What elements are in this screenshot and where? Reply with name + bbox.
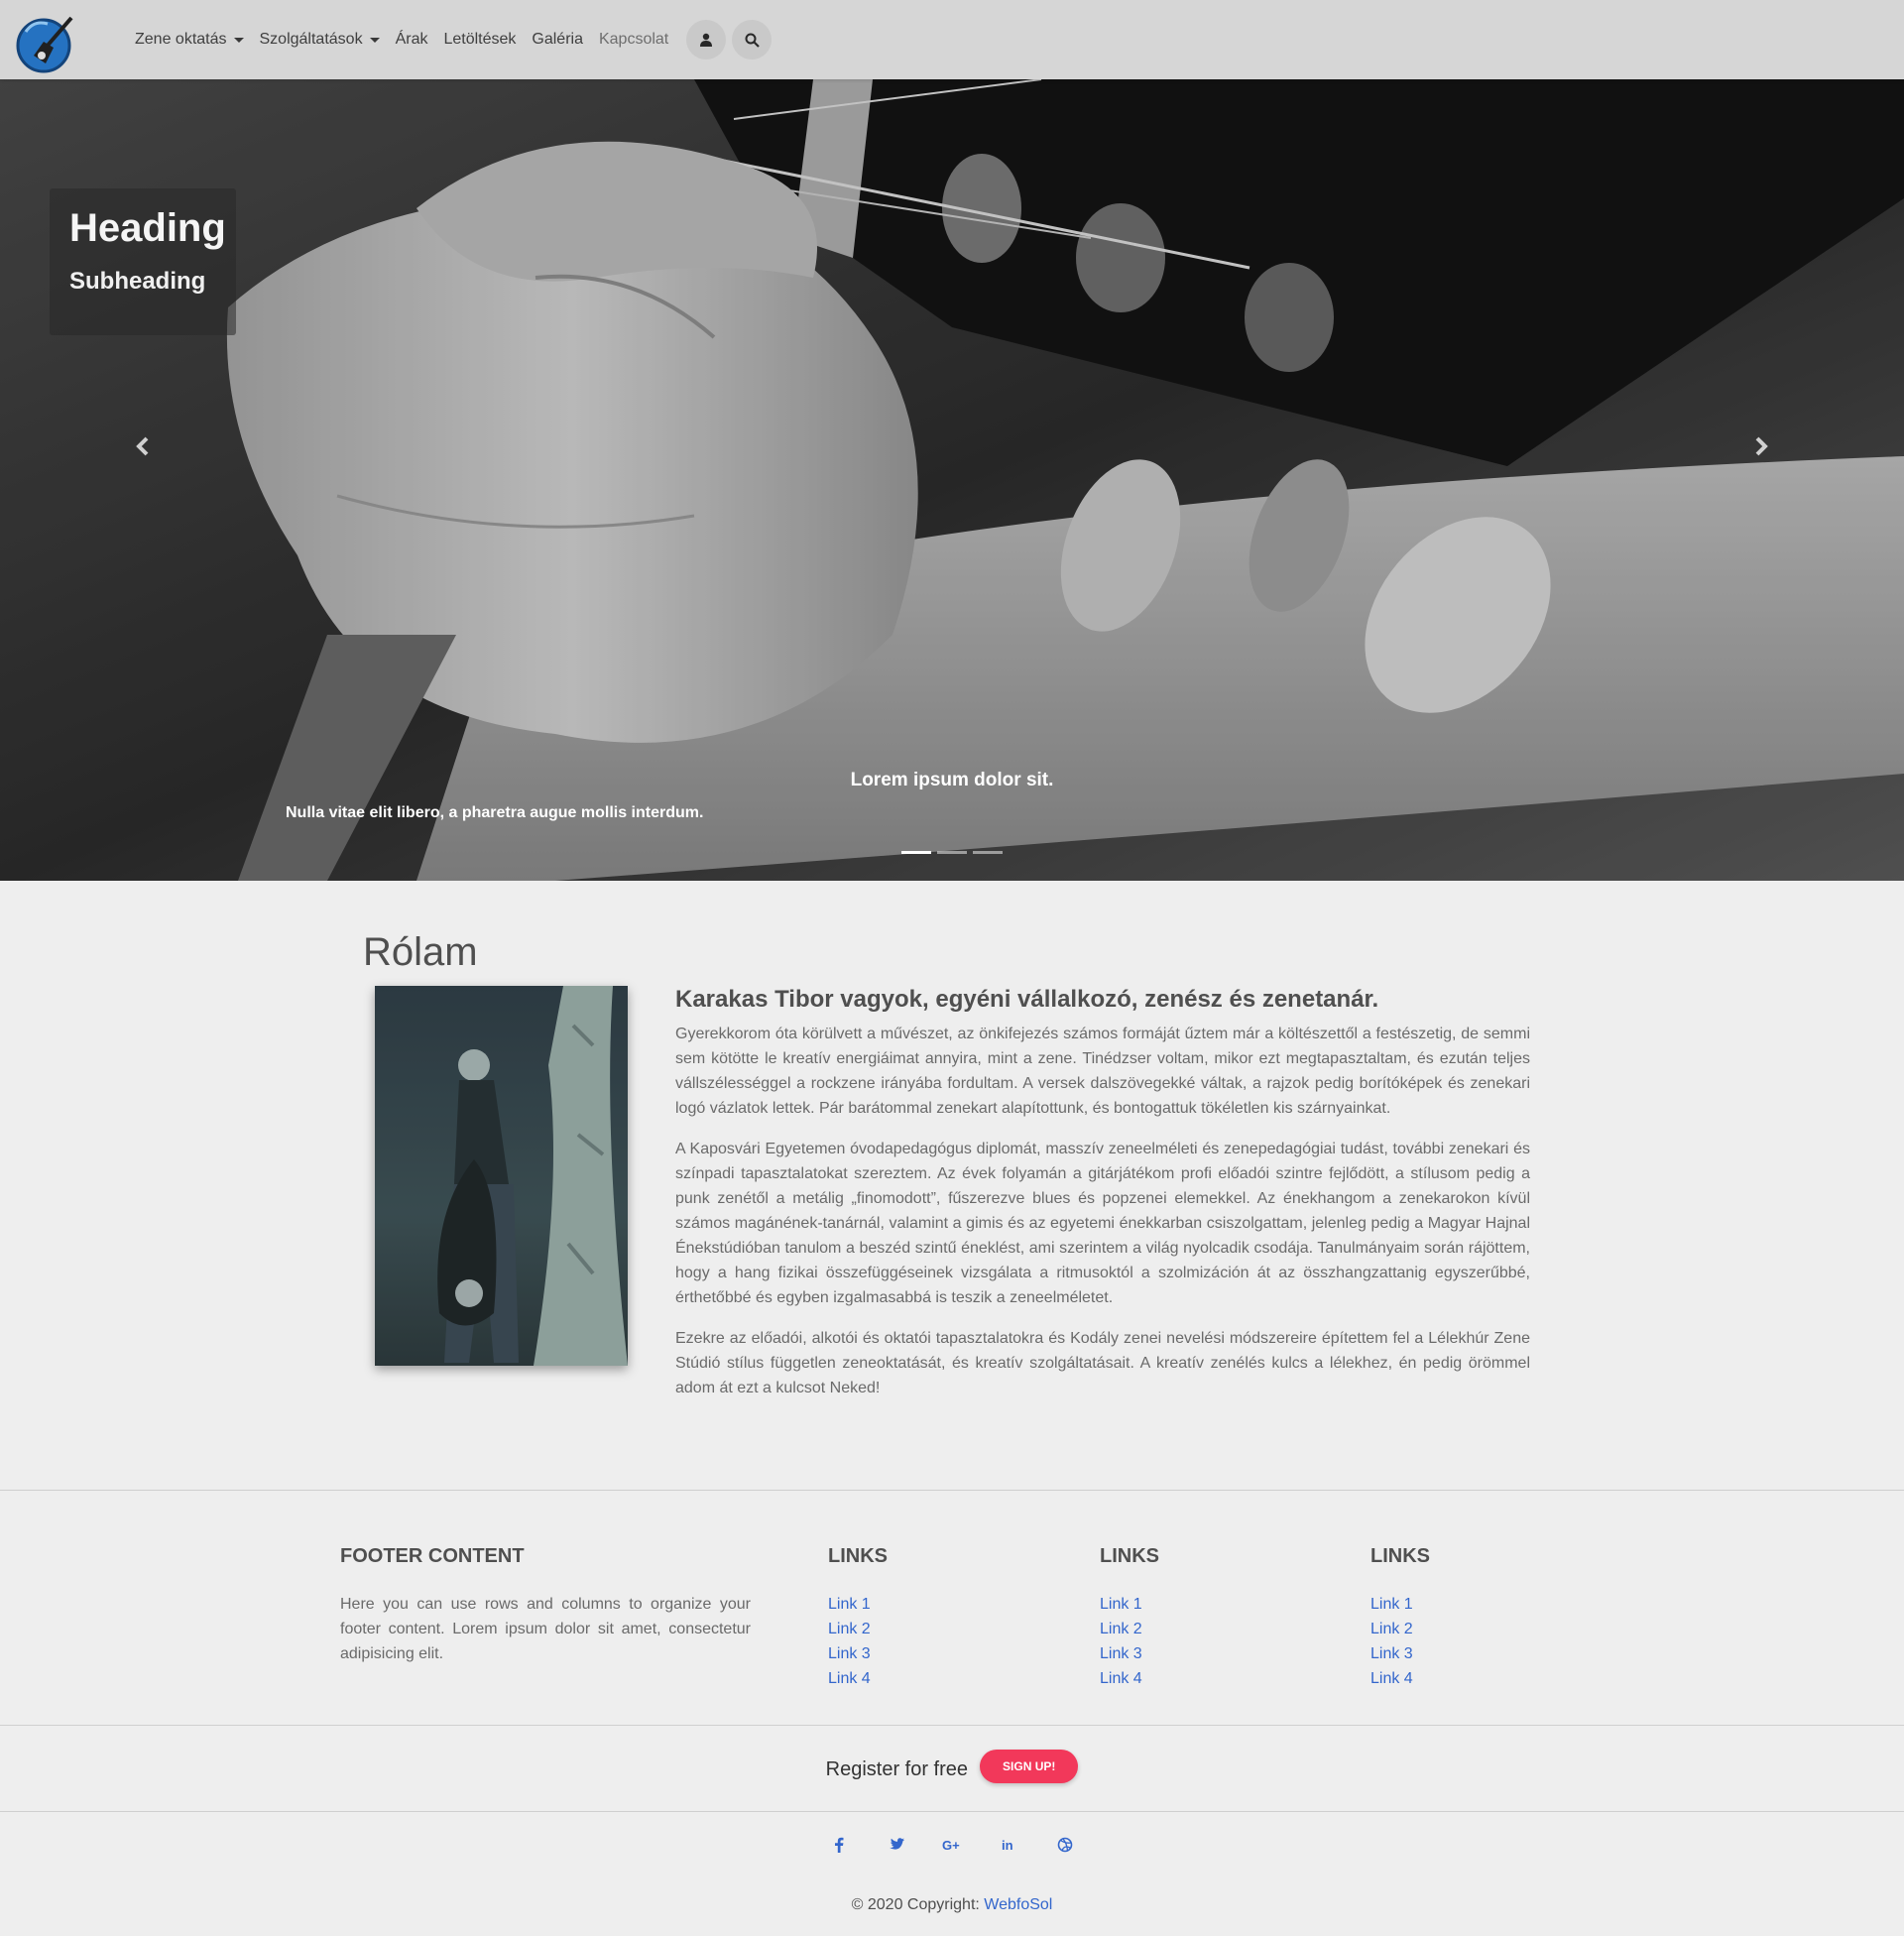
- footer-link-4[interactable]: Link 4: [1370, 1666, 1430, 1691]
- about-heading: Karakas Tibor vagyok, egyéni vállalkozó,…: [675, 986, 1379, 1013]
- footer-link-3[interactable]: Link 3: [1100, 1641, 1159, 1666]
- carousel-prev-button[interactable]: [123, 426, 163, 466]
- signup-button[interactable]: SIGN UP!: [980, 1750, 1079, 1783]
- footer-link-4[interactable]: Link 4: [828, 1666, 888, 1691]
- footer-links-title: LINKS: [828, 1545, 888, 1567]
- nav-zene-oktatas-label: Zene oktatás: [135, 31, 227, 48]
- copyright-link[interactable]: WebfoSol: [984, 1896, 1052, 1913]
- nav-galeria[interactable]: Galéria: [532, 31, 583, 49]
- about-title: Rólam: [363, 930, 478, 974]
- hero-carousel: Heading Subheading Lorem ipsum dolor sit…: [0, 79, 1904, 881]
- nav-letoltesek[interactable]: Letöltések: [443, 31, 516, 49]
- footer-links-title: LINKS: [1370, 1545, 1430, 1567]
- footer-divider: [0, 1811, 1904, 1812]
- user-button[interactable]: [686, 20, 727, 60]
- footer-content-title: FOOTER CONTENT: [340, 1545, 525, 1567]
- guitar-hand-photo: [0, 79, 1904, 881]
- register-callout: Register for free SIGN UP!: [0, 1750, 1904, 1783]
- about-paragraph: Ezekre az előadói, alkotói és oktatói ta…: [675, 1330, 1530, 1396]
- footer-link-3[interactable]: Link 3: [1370, 1641, 1430, 1666]
- footer-link-4[interactable]: Link 4: [1100, 1666, 1159, 1691]
- nav-szolgaltatasok-label: Szolgáltatások: [259, 31, 363, 48]
- footer-link-1[interactable]: Link 1: [1370, 1592, 1430, 1617]
- footer-content-text: Here you can use rows and columns to org…: [340, 1596, 751, 1662]
- hero-subheading: Subheading: [69, 268, 206, 295]
- carousel-indicator-3[interactable]: [973, 851, 1003, 854]
- carousel-next-button[interactable]: [1741, 426, 1781, 466]
- linkedin-icon[interactable]: in: [981, 1833, 1037, 1857]
- footer-link-1[interactable]: Link 1: [1100, 1592, 1159, 1617]
- hero-left-caption: Nulla vitae elit libero, a pharetra augu…: [286, 804, 704, 821]
- social-links: G+ in: [0, 1833, 1904, 1857]
- dribbble-icon[interactable]: [1037, 1833, 1094, 1857]
- footer-link-2[interactable]: Link 2: [828, 1617, 888, 1641]
- footer-divider: [0, 1490, 1904, 1491]
- about-text: Gyerekkorom óta körülvett a művészet, az…: [675, 1022, 1530, 1416]
- navbar: Zene oktatás Szolgáltatások Árak Letölté…: [0, 0, 1904, 79]
- guitar-logo[interactable]: [14, 12, 75, 73]
- carousel-indicators: [0, 851, 1904, 854]
- portrait-photo: [375, 986, 628, 1366]
- nav-kapcsolat[interactable]: Kapcsolat: [599, 31, 668, 49]
- about-paragraph: A Kaposvári Egyetemen óvodapedagógus dip…: [675, 1141, 1530, 1306]
- nav-zene-oktatas[interactable]: Zene oktatás: [135, 31, 244, 49]
- svg-text:G+: G+: [942, 1838, 960, 1852]
- chevron-right-icon: [1755, 436, 1768, 456]
- footer-links-title: LINKS: [1100, 1545, 1159, 1567]
- footer-content-column: FOOTER CONTENT Here you can use rows and…: [340, 1545, 751, 1666]
- footer-divider: [0, 1725, 1904, 1726]
- svg-text:in: in: [1002, 1838, 1013, 1852]
- footer-link-2[interactable]: Link 2: [1370, 1617, 1430, 1641]
- search-button[interactable]: [732, 20, 773, 60]
- search-icon: [745, 33, 760, 48]
- hero-center-caption: Lorem ipsum dolor sit.: [850, 770, 1054, 790]
- nav-arak[interactable]: Árak: [396, 31, 428, 49]
- footer-link-1[interactable]: Link 1: [828, 1592, 888, 1617]
- facebook-icon[interactable]: [811, 1833, 868, 1857]
- nav-menu: Zene oktatás Szolgáltatások Árak Letölté…: [135, 0, 775, 79]
- google-plus-icon[interactable]: G+: [924, 1833, 981, 1857]
- register-text: Register for free: [825, 1757, 969, 1780]
- twitter-icon[interactable]: [868, 1833, 924, 1857]
- copyright-text: © 2020 Copyright:: [851, 1896, 985, 1913]
- nav-szolgaltatasok[interactable]: Szolgáltatások: [260, 31, 380, 49]
- chevron-down-icon: [369, 37, 380, 43]
- footer-link-2[interactable]: Link 2: [1100, 1617, 1159, 1641]
- hero-heading: Heading: [69, 206, 226, 250]
- footer-links-column-1: LINKS Link 1 Link 2 Link 3 Link 4: [828, 1545, 888, 1691]
- chevron-left-icon: [136, 436, 149, 456]
- footer-links-column-2: LINKS Link 1 Link 2 Link 3 Link 4: [1100, 1545, 1159, 1691]
- footer-link-3[interactable]: Link 3: [828, 1641, 888, 1666]
- about-paragraph: Gyerekkorom óta körülvett a művészet, az…: [675, 1026, 1530, 1117]
- carousel-indicator-2[interactable]: [937, 851, 967, 854]
- copyright: © 2020 Copyright: WebfoSol: [0, 1896, 1904, 1914]
- user-icon: [700, 33, 713, 47]
- chevron-down-icon: [233, 37, 244, 43]
- footer-links-column-3: LINKS Link 1 Link 2 Link 3 Link 4: [1370, 1545, 1430, 1691]
- carousel-indicator-1[interactable]: [901, 851, 931, 854]
